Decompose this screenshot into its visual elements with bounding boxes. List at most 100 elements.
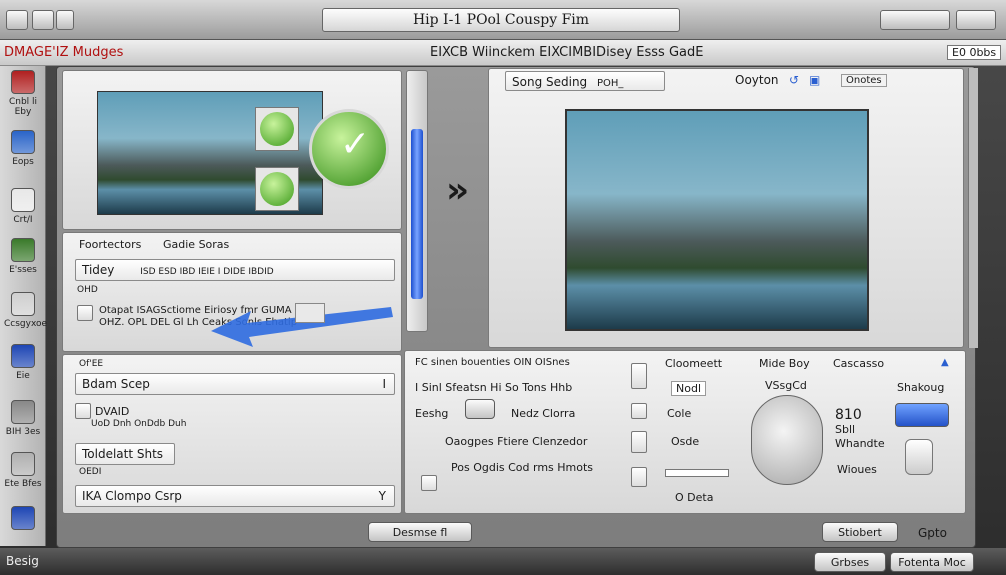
prop-row-1: I Sinl Sfeatsn Hi So Tons Hhb — [415, 381, 573, 394]
dock-item[interactable]: Eops — [4, 130, 42, 167]
status-text: Besig — [6, 554, 39, 568]
menu-app[interactable]: DMAGE'IZ Mudges — [4, 45, 123, 60]
dock-item[interactable] — [4, 506, 42, 533]
settings-panel: Foortectors Gadie Soras Tidey ISD ESD IB… — [62, 232, 402, 352]
slider-handle[interactable] — [295, 303, 325, 323]
dock-item-label: Eie — [16, 371, 30, 381]
toolbar-toggle[interactable] — [880, 10, 950, 30]
input-field-1[interactable]: Tidey ISD ESD IBD IEIE I DIDE IBDID — [75, 259, 395, 281]
dock-item[interactable]: Cnbl li Eby — [4, 70, 42, 117]
submit-button[interactable]: Stiobert — [822, 522, 898, 542]
list-panel: Of'EE Bdam Scep I DVAID UoD Dnh OnDdb Du… — [62, 354, 402, 514]
col2-row-4: O Deta — [675, 491, 714, 504]
col3-head: Mide Boy — [759, 357, 810, 370]
prop-row-2a: Eeshg — [415, 407, 449, 420]
menu-center[interactable]: EIXCB Wiinckem EIXCIMBIDisey Esss GadE — [430, 45, 703, 60]
col2-row-1[interactable]: Nodl — [671, 381, 706, 396]
col2-toggle-3[interactable] — [631, 431, 647, 453]
dock-item-label: E'sses — [9, 265, 37, 275]
center-button[interactable]: Desmse fl — [368, 522, 472, 542]
dock-item[interactable]: Eie — [4, 344, 42, 381]
viewer-label[interactable]: Song Seding POH_ — [505, 71, 665, 91]
gauge-icon[interactable] — [905, 439, 933, 475]
small-tag: OHD — [77, 285, 98, 295]
col2-toggle-2[interactable] — [631, 403, 647, 419]
col2-toggle-1[interactable] — [631, 363, 647, 389]
close-button[interactable] — [6, 10, 28, 30]
bottle-icon — [11, 344, 35, 368]
col4-row-2: 810 — [835, 407, 862, 423]
scrollbar-thumb[interactable] — [411, 129, 423, 299]
dock-item[interactable]: E'sses — [4, 238, 42, 275]
prop-row-2b: Nedz Clorra — [511, 407, 576, 420]
notes-badge[interactable]: Onotes — [841, 74, 887, 87]
dock-item[interactable]: Crt/I — [4, 188, 42, 225]
status-bar: Besig Grbses Fotenta Moc — [0, 548, 1006, 575]
checkbox-1[interactable] — [77, 305, 93, 321]
drive-icon — [11, 452, 35, 476]
col4-row-3: Sbll — [835, 423, 856, 436]
dock-item-label: Crt/I — [13, 215, 33, 225]
col2-row-3: Osde — [671, 435, 700, 448]
swatch-button[interactable] — [465, 399, 495, 419]
blue-action-button[interactable] — [895, 403, 949, 427]
vertical-scrollbar[interactable] — [406, 70, 428, 332]
collapse-icon[interactable]: ▲ — [941, 357, 949, 368]
header-a: Foortectors — [79, 238, 142, 251]
dock-item-label: Ccsgyxoe — [4, 319, 48, 329]
confirm-check-icon[interactable]: ✓ — [309, 109, 389, 189]
window-icon — [11, 292, 35, 316]
dropdown-2[interactable]: IKA Clompo Csrp Y — [75, 485, 395, 507]
option-link[interactable]: Ooyton — [735, 73, 779, 87]
col2-toggle-4[interactable] — [631, 467, 647, 487]
next-arrow-icon[interactable]: » — [446, 170, 469, 211]
refresh-icon[interactable]: ↺ — [789, 73, 799, 87]
col4-row-4: Whandte — [835, 437, 885, 450]
col4-row-1: Shakoug — [897, 381, 945, 394]
right-scrollbar[interactable] — [968, 68, 978, 348]
save-icon[interactable]: ▣ — [809, 73, 820, 87]
col3-row-1: VSsgCd — [765, 379, 807, 392]
dock-item[interactable]: Ete Bfes — [4, 452, 42, 489]
checkbox-2[interactable] — [75, 403, 91, 419]
disk-icon — [11, 400, 35, 424]
title-bar: Hip I-1 POol Couspy Fim — [0, 0, 1006, 40]
menu-bar: DMAGE'IZ Mudges EIXCB Wiinckem EIXCIMBID… — [0, 40, 1006, 66]
document-icon — [11, 188, 35, 212]
dock-item-label: Cnbl li Eby — [8, 97, 38, 117]
image-viewer-panel: Song Seding POH_ Ooyton ↺ ▣ Onotes — [488, 68, 964, 348]
prop-checkbox[interactable] — [421, 475, 437, 491]
col4-row-5: Wioues — [837, 463, 877, 476]
minimize-button[interactable] — [32, 10, 54, 30]
jog-wheel-icon[interactable] — [751, 395, 823, 485]
check-glyph: ✓ — [340, 124, 371, 165]
dock-item-label: Eops — [12, 157, 34, 167]
app-icon — [11, 70, 35, 94]
header-b: Gadie Soras — [163, 238, 230, 251]
prop-row-3: Oaogpes Ftiere Clenzedor — [445, 435, 588, 448]
folder-icon — [11, 130, 35, 154]
green-check-small-2[interactable] — [255, 167, 299, 211]
input-field-3[interactable]: Toldelatt Shts — [75, 443, 175, 465]
status-button-b[interactable]: Fotenta Moc — [890, 552, 974, 572]
col2-slider[interactable] — [665, 469, 729, 477]
dock-item[interactable]: Ccsgyxoe — [4, 292, 48, 329]
item-a-sub: UoD Dnh OnDdb Duh — [91, 419, 187, 429]
dock-item-label: BIH 3es — [5, 427, 41, 437]
maximize-button[interactable] — [56, 10, 74, 30]
green-check-small[interactable] — [255, 107, 299, 151]
status-button-a[interactable]: Grbses — [814, 552, 886, 572]
dock-item[interactable]: BIH 3es — [4, 400, 42, 437]
prop-row-4: Pos Ogdis Cod rms Hmots — [451, 461, 594, 474]
main-preview-image[interactable] — [565, 109, 869, 331]
window-title: Hip I-1 POol Couspy Fim — [322, 8, 680, 32]
plant-icon — [11, 238, 35, 262]
list-header: Of'EE — [79, 359, 104, 369]
bottle-icon — [11, 506, 35, 530]
toolbar-button[interactable] — [956, 10, 996, 30]
col2-row-2: Cole — [667, 407, 692, 420]
menu-right-button[interactable]: E0 0bbs — [947, 45, 1002, 60]
go-label[interactable]: Gpto — [918, 526, 947, 540]
field3-sub: OEDI — [79, 467, 102, 477]
dropdown-1[interactable]: Bdam Scep I — [75, 373, 395, 395]
